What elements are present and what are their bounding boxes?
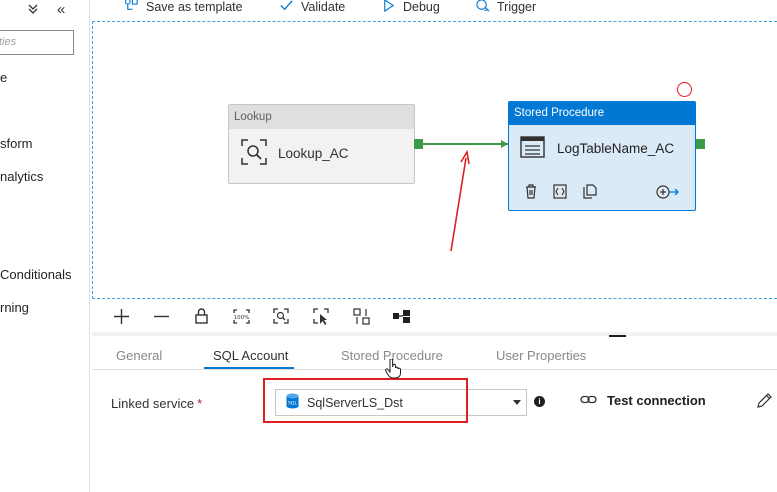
stored-procedure-activity[interactable]: Stored Procedure LogTableName_AC [508,101,696,211]
link-icon [580,393,597,408]
pipeline-canvas[interactable]: Lookup Lookup_AC Stored Procedure LogTab… [92,21,777,299]
save-as-template-label: Save as template [146,0,243,14]
test-connection-button[interactable]: Test connection [580,393,706,408]
lookup-activity-type: Lookup [229,105,414,129]
trigger-icon [475,0,490,16]
sql-database-icon: SQL [286,393,299,412]
svg-text:100%: 100% [233,315,249,321]
tab-general[interactable]: General [116,348,162,363]
active-tab-indicator [204,367,294,369]
lookup-activity[interactable]: Lookup Lookup_AC [228,104,415,184]
success-connector[interactable] [423,143,508,145]
lookup-icon [241,139,267,168]
required-marker: * [197,396,203,411]
debug-button[interactable]: Debug [381,0,440,16]
zoom-out-icon[interactable] [150,309,172,324]
collapse-sidebar-button[interactable]: « [57,1,65,18]
connector-arrowhead [501,140,508,148]
info-icon[interactable]: i [534,396,545,407]
pipeline-toolbar: Save as template Validate Debug Trigger [91,0,777,16]
chevron-down-icon [513,400,521,405]
delete-icon[interactable] [525,184,537,204]
activities-sidebar: « ties e sform nalytics Conditionals rni… [0,0,90,492]
linked-service-label: Linked service * [111,396,202,411]
error-indicator-circle [677,82,692,97]
activities-search-input[interactable]: ties [0,30,74,55]
svg-text:SQL: SQL [288,401,297,407]
linked-service-label-text: Linked service [111,396,195,411]
sidebar-item-analytics[interactable]: nalytics [0,169,43,184]
template-icon [124,0,139,16]
canvas-controls: 100% [110,305,412,327]
tab-user-properties[interactable]: User Properties [496,348,586,363]
show-lineage-icon[interactable] [390,309,412,323]
validate-label: Validate [301,0,346,14]
zoom-100-icon[interactable]: 100% [230,308,252,324]
edit-icon[interactable] [756,393,772,414]
sidebar-item-conditionals[interactable]: Conditionals [0,267,72,282]
trigger-label: Trigger [497,0,537,14]
select-icon[interactable] [310,307,332,325]
stored-procedure-success-port[interactable] [696,139,705,149]
zoom-to-fit-icon[interactable] [270,308,292,324]
lookup-success-port[interactable] [414,139,423,149]
test-connection-label: Test connection [607,393,706,408]
sidebar-item-transform[interactable]: sform [0,136,33,151]
view-code-icon[interactable] [553,184,567,204]
pipeline-editor: « ties e sform nalytics Conditionals rni… [0,0,777,492]
panel-splitter[interactable] [92,332,777,336]
zoom-in-icon[interactable] [110,308,132,324]
lock-icon[interactable] [190,308,212,324]
sidebar-item-machine-learning[interactable]: rning [0,300,29,315]
trigger-button[interactable]: Trigger [475,0,536,16]
sidebar-item-general[interactable]: e [0,70,7,85]
add-output-icon[interactable] [656,184,680,205]
save-as-template-button[interactable]: Save as template [124,0,243,16]
hand-cursor-icon [385,358,401,384]
properties-tabs: General SQL Account Stored Procedure Use… [92,337,777,370]
stored-procedure-icon [520,136,545,161]
stored-procedure-activity-name: LogTableName_AC [557,141,675,156]
linked-service-value: SqlServerLS_Dst [307,395,403,410]
checkmark-icon [279,0,294,16]
stored-procedure-activity-type: Stored Procedure [509,102,695,125]
linked-service-dropdown[interactable]: SQL SqlServerLS_Dst [275,389,527,416]
auto-align-icon[interactable] [350,307,372,325]
lookup-activity-name: Lookup_AC [278,146,349,161]
expand-all-icon[interactable] [28,2,38,17]
debug-label: Debug [403,0,440,14]
play-icon [381,0,396,16]
validate-button[interactable]: Validate [279,0,345,16]
tab-sql-account[interactable]: SQL Account [213,348,288,363]
copy-icon[interactable] [583,184,597,204]
